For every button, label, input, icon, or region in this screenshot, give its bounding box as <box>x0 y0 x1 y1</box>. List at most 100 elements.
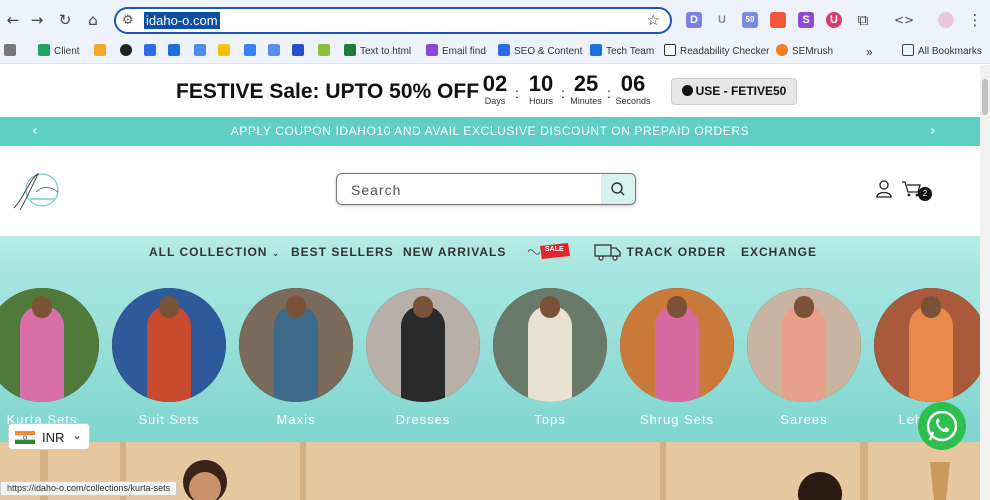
chevron-down-icon: ⌄ <box>271 249 281 259</box>
address-bar[interactable]: ⚙ idaho-o.com ☆ <box>114 7 672 34</box>
coupon-badge-icon <box>681 85 693 96</box>
bookmark-semrush[interactable]: SEMrush <box>776 44 833 60</box>
model-figure <box>655 306 699 402</box>
bookmark-icon-4[interactable] <box>268 44 284 60</box>
reload-icon[interactable]: ↻ <box>56 11 74 29</box>
url-text[interactable]: idaho-o.com <box>144 12 220 29</box>
forward-icon[interactable]: → <box>28 11 46 29</box>
bookmarks-bar: Client Text to html Email find SEO & Con… <box>0 40 990 64</box>
nav-all-collection[interactable]: ALL COLLECTION ⌄ <box>149 245 280 259</box>
bookmark-icon-1[interactable] <box>120 44 136 60</box>
back-icon[interactable]: ← <box>4 11 22 29</box>
sale-tag-label: SALE <box>545 246 564 253</box>
india-flag-icon <box>15 431 35 444</box>
collection-label[interactable]: Dresses <box>366 412 480 427</box>
extension-s-icon[interactable]: S <box>798 12 814 28</box>
announcement-next-icon[interactable]: › <box>930 123 936 139</box>
all-bookmarks[interactable]: All Bookmarks <box>902 44 982 60</box>
search-bookmark-icon[interactable] <box>194 44 210 60</box>
excel-icon <box>344 44 356 56</box>
bookmark-text-to-html[interactable]: Text to html <box>344 44 411 60</box>
collection-label[interactable]: Sarees <box>747 412 861 427</box>
search-button[interactable] <box>601 174 635 204</box>
devtools-icon[interactable]: <> <box>894 11 914 29</box>
page-scrollbar[interactable] <box>980 65 990 500</box>
model-figure <box>909 306 953 402</box>
bookmark-tech-team[interactable]: Tech Team <box>590 44 654 60</box>
currency-selector[interactable]: INR ⌄ <box>8 423 90 450</box>
collection-image[interactable] <box>112 288 226 402</box>
semrush-icon <box>776 44 788 56</box>
bookmark-icon-3[interactable] <box>244 44 260 60</box>
drive-icon[interactable] <box>218 44 234 60</box>
extension-shield-icon[interactable]: U <box>826 12 842 28</box>
search-box[interactable] <box>336 173 636 205</box>
truck-icon <box>594 244 621 261</box>
home-icon[interactable]: ⌂ <box>84 11 102 29</box>
main-navigation: ALL COLLECTION ⌄ BEST SELLERS NEW ARRIVA… <box>0 236 980 268</box>
folder-icon <box>902 44 914 56</box>
collection-label[interactable]: Suit Sets <box>112 412 226 427</box>
extension-badge-icon[interactable]: 59 <box>742 12 758 28</box>
bookmark-email-find[interactable]: Email find <box>426 44 486 60</box>
extension-arrow-icon[interactable] <box>770 12 786 28</box>
bookmark-icon-2[interactable] <box>144 44 160 60</box>
collection-image[interactable] <box>620 288 734 402</box>
seo-icon <box>498 44 510 56</box>
collection-label[interactable]: Tops <box>493 412 607 427</box>
bookmark-client[interactable]: Client <box>38 44 80 60</box>
more-bookmarks-icon[interactable]: » <box>866 44 873 60</box>
nav-best-sellers[interactable]: BEST SELLERS <box>291 245 394 259</box>
tech-icon <box>590 44 602 56</box>
nav-track-order[interactable]: TRACK ORDER <box>594 242 726 262</box>
whatsapp-chat-button[interactable] <box>918 402 966 450</box>
search-icon <box>611 182 625 196</box>
account-icon[interactable] <box>876 180 892 198</box>
sale-countdown-bar: FESTIVE Sale: UPTO 50% OFF 02 Days : 10 … <box>0 65 980 117</box>
collections-carousel: Kurta Sets Suit Sets Maxis Dresses Tops Shrug… <box>0 268 980 442</box>
store-logo[interactable] <box>10 168 66 214</box>
collection-image[interactable] <box>493 288 607 402</box>
collection-label[interactable]: Shrug Sets <box>620 412 734 427</box>
collection-image[interactable] <box>239 288 353 402</box>
bing-icon[interactable] <box>168 44 184 60</box>
coupon-button[interactable]: USE - FETIVE50 <box>671 78 797 105</box>
collection-image[interactable] <box>874 288 980 402</box>
whatsapp-icon <box>926 410 958 442</box>
announcement-bar: ‹ APPLY COUPON IDAHO10 AND AVAIL EXCLUSI… <box>0 117 980 146</box>
extension-d-icon[interactable]: D <box>686 12 702 28</box>
collection-image[interactable] <box>747 288 861 402</box>
collection-label[interactable]: Maxis <box>239 412 353 427</box>
model-figure <box>782 306 826 402</box>
readability-icon <box>664 44 676 56</box>
bookmark-icon-5[interactable] <box>292 44 308 60</box>
nav-new-arrivals[interactable]: NEW ARRIVALS <box>403 245 506 259</box>
nav-exchange[interactable]: EXCHANGE <box>741 245 817 259</box>
extension-u-icon[interactable]: U <box>714 12 730 28</box>
site-header: 2 <box>0 146 980 236</box>
countdown-days: 02 Days <box>482 71 508 107</box>
browser-toolbar: ← → ↻ ⌂ ⚙ idaho-o.com ☆ D U 59 S U ⧉ <> … <box>0 0 990 40</box>
nav-sale[interactable]: SALE <box>526 242 572 267</box>
collection-image[interactable] <box>366 288 480 402</box>
site-settings-icon[interactable]: ⚙ <box>122 13 134 28</box>
model-figure <box>147 306 191 402</box>
search-input[interactable] <box>351 180 601 200</box>
sale-title: FESTIVE Sale: UPTO 50% OFF <box>176 80 480 103</box>
profile-avatar[interactable] <box>938 12 954 28</box>
bookmark-star-icon[interactable]: ☆ <box>647 11 660 29</box>
model-figure <box>401 306 445 402</box>
countdown-seconds: 06 Seconds <box>615 71 651 107</box>
extensions-puzzle-icon[interactable]: ⧉ <box>854 11 872 29</box>
shopify-icon[interactable] <box>318 44 334 60</box>
analytics-icon[interactable] <box>94 44 110 60</box>
collection-image[interactable] <box>0 288 99 402</box>
menu-icon[interactable]: ⋮ <box>966 11 984 29</box>
apps-grid-icon[interactable] <box>4 44 20 60</box>
bookmark-readability[interactable]: Readability Checker <box>664 44 770 60</box>
announcement-text: APPLY COUPON IDAHO10 AND AVAIL EXCLUSIVE… <box>230 124 750 138</box>
bookmark-seo-content[interactable]: SEO & Content <box>498 44 582 60</box>
model-figure <box>274 306 318 402</box>
scrollbar-thumb[interactable] <box>982 79 988 115</box>
email-icon <box>426 44 438 56</box>
